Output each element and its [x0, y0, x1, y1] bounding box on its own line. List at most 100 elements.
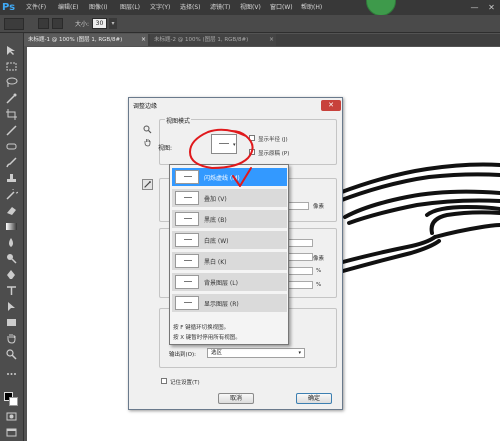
view-option-on-white[interactable]: 白底 (W): [172, 231, 287, 249]
remember-settings-checkbox[interactable]: [161, 378, 167, 384]
dialog-title: 调整边缘: [133, 103, 158, 110]
feather-input[interactable]: [287, 253, 313, 261]
view-option-reveal-layer[interactable]: 显示图层 (R): [172, 294, 287, 312]
menu-select[interactable]: 选择(S): [180, 0, 201, 15]
history-brush-tool-icon[interactable]: [5, 186, 20, 200]
size-label: 大小:: [75, 21, 90, 28]
view-option-overlay[interactable]: 叠加 (V): [172, 189, 287, 207]
menu-type[interactable]: 文字(Y): [150, 0, 170, 15]
view-option-label: 背景图层 (L): [204, 280, 238, 287]
brush-tool-icon[interactable]: [5, 157, 18, 168]
size-dropdown-arrow[interactable]: ▾: [109, 18, 117, 29]
dodge-tool-icon[interactable]: [5, 253, 18, 264]
view-option-black-white[interactable]: 黑白 (K): [172, 252, 287, 270]
view-option-label: 叠加 (V): [204, 196, 227, 203]
menu-image[interactable]: 图像(I): [89, 0, 107, 15]
tool-preset-picker[interactable]: [4, 18, 24, 30]
tab-label: 未标题-1 @ 100% (图层 1, RGB/8#): [28, 37, 123, 43]
tab-document-2[interactable]: 未标题-2 @ 100% (图层 1, RGB/8#) ×: [150, 34, 276, 46]
shift-edge-input[interactable]: [287, 281, 313, 289]
view-dropdown-arrow[interactable]: ▾: [233, 142, 236, 148]
remember-settings-label: 记住设置(T): [170, 380, 200, 386]
view-option-on-black[interactable]: 黑底 (B): [172, 210, 287, 228]
cycle-views-hint: 按 F 键循环切换视图。: [173, 325, 230, 331]
screen-mode-icon[interactable]: [5, 427, 18, 438]
path-selection-tool-icon[interactable]: [5, 301, 18, 312]
eyedropper-tool-icon[interactable]: [5, 125, 18, 136]
background-color-swatch[interactable]: [9, 397, 18, 406]
menu-bar: Ps 文件(F) 编辑(E) 图像(I) 图层(L) 文字(Y) 选择(S) 滤…: [0, 0, 500, 16]
brush-icon[interactable]: [142, 179, 153, 190]
tab-close-icon[interactable]: ×: [269, 34, 274, 46]
output-to-select[interactable]: 选区 ▾: [207, 348, 305, 358]
cancel-button[interactable]: 取消: [218, 393, 254, 404]
menu-layer[interactable]: 图层(L): [120, 0, 140, 15]
tab-document-1[interactable]: 未标题-1 @ 100% (图层 1, RGB/8#) ×: [24, 34, 148, 46]
view-option-thumbnail: [175, 233, 199, 247]
zoom-tool-icon[interactable]: [5, 349, 18, 360]
menu-help[interactable]: 帮助(H): [301, 0, 322, 15]
tab-close-icon[interactable]: ×: [141, 34, 146, 46]
menu-file[interactable]: 文件(F): [26, 0, 46, 15]
view-option-on-layers[interactable]: 背景图层 (L): [172, 273, 287, 291]
tab-label: 未标题-2 @ 100% (图层 1, RGB/8#): [154, 37, 249, 43]
hand-tool-icon[interactable]: [5, 333, 18, 344]
blur-tool-icon[interactable]: [5, 237, 18, 248]
radius-unit: 像素: [313, 204, 325, 210]
photoshop-logo: Ps: [2, 2, 16, 13]
pen-tool-icon[interactable]: [5, 269, 18, 280]
view-option-thumbnail: [175, 191, 199, 205]
window-minimize-button[interactable]: —: [470, 3, 479, 12]
chevron-down-icon: ▾: [298, 350, 301, 356]
eraser-tool-icon[interactable]: [5, 205, 18, 216]
contrast-input[interactable]: [287, 267, 313, 275]
green-badge: [366, 0, 396, 16]
view-mode-dropdown: 闪烁虚线 (M) 叠加 (V) 黑底 (B) 白底 (W) 黑白 (K) 背景图…: [169, 164, 289, 345]
hand-icon[interactable]: [143, 138, 152, 147]
view-mode-group: [159, 119, 337, 165]
view-option-label: 黑白 (K): [204, 259, 227, 266]
more-tools-icon[interactable]: [5, 369, 18, 380]
view-option-label: 显示图层 (R): [204, 301, 239, 308]
shape-tool-icon[interactable]: [5, 317, 18, 328]
crop-tool-icon[interactable]: [5, 109, 18, 120]
move-tool-icon[interactable]: [5, 45, 18, 56]
show-original-checkbox[interactable]: [249, 149, 255, 155]
show-radius-label: 显示半径 (J): [258, 137, 288, 143]
gradient-tool-icon[interactable]: [5, 221, 18, 232]
menu-filter[interactable]: 滤镜(T): [210, 0, 230, 15]
quick-select-tool-icon[interactable]: [5, 93, 18, 104]
menu-window[interactable]: 窗口(W): [270, 0, 293, 15]
show-radius-checkbox[interactable]: [249, 135, 255, 141]
quick-mask-icon[interactable]: [5, 411, 18, 422]
zoom-icon[interactable]: [143, 125, 152, 134]
ok-button[interactable]: 确定: [296, 393, 332, 404]
type-tool-icon[interactable]: [5, 285, 18, 296]
view-option-thumbnail: [175, 254, 199, 268]
lasso-tool-icon[interactable]: [5, 77, 18, 88]
window-close-button[interactable]: ✕: [487, 3, 496, 12]
healing-brush-tool-icon[interactable]: [5, 141, 18, 152]
document-tab-bar: 未标题-1 @ 100% (图层 1, RGB/8#) × 未标题-2 @ 10…: [24, 34, 500, 46]
contrast-unit: %: [316, 268, 322, 274]
view-option-label: 白底 (W): [204, 238, 229, 245]
view-option-thumbnail: [175, 212, 199, 226]
marquee-tool-icon[interactable]: [5, 61, 18, 72]
size-input[interactable]: 30: [92, 18, 107, 29]
clone-stamp-tool-icon[interactable]: [5, 173, 18, 184]
brush-mode-button[interactable]: [38, 18, 49, 29]
view-option-label: 黑底 (B): [204, 217, 227, 224]
menu-view[interactable]: 视图(V): [240, 0, 261, 15]
output-to-label: 输出到(O):: [169, 352, 196, 358]
view-label: 视图:: [158, 145, 173, 152]
eraser-mode-button[interactable]: [52, 18, 63, 29]
options-bar: 大小: 30 ▾: [0, 15, 500, 33]
smooth-input[interactable]: [287, 239, 313, 247]
menu-edit[interactable]: 编辑(E): [58, 0, 78, 15]
disable-views-hint: 按 X 键暂时停用所有视图。: [173, 335, 241, 341]
shift-edge-unit: %: [316, 282, 322, 288]
view-option-marching-ants[interactable]: 闪烁虚线 (M): [172, 168, 287, 186]
dialog-close-button[interactable]: ✕: [321, 100, 341, 111]
radius-input[interactable]: [287, 202, 309, 210]
view-option-thumbnail: [175, 170, 199, 184]
